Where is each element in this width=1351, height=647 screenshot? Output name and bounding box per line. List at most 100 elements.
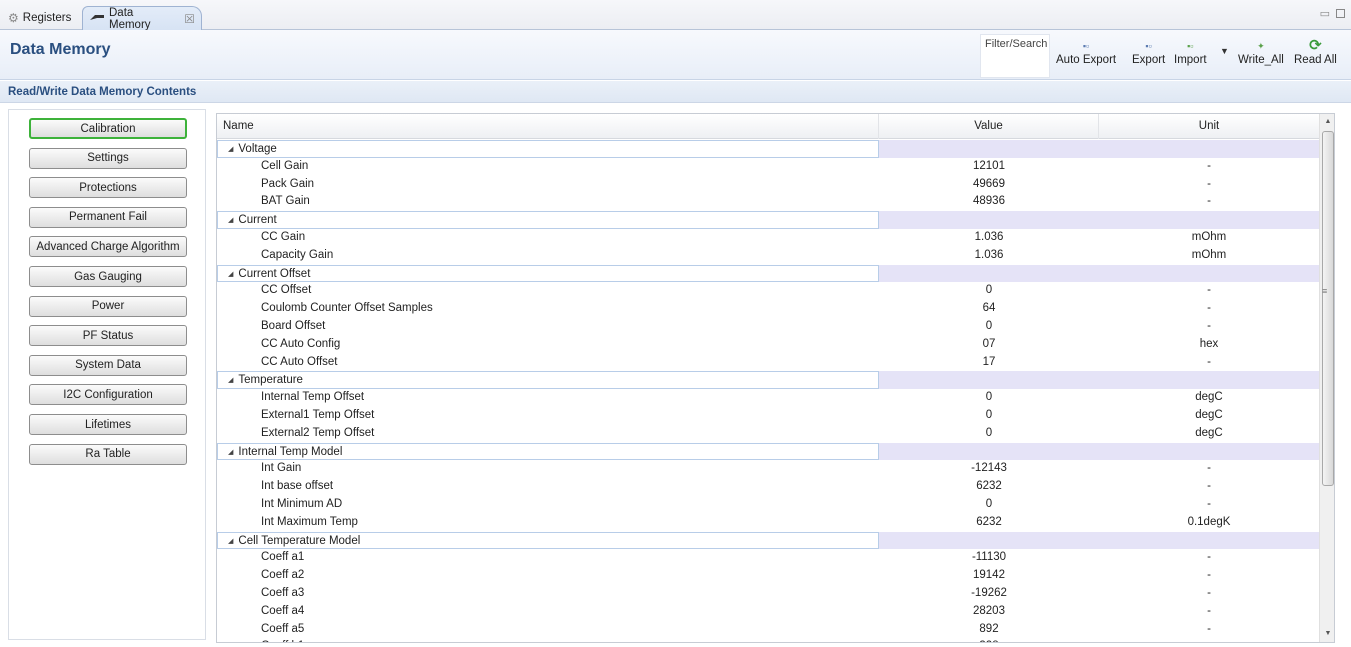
table-row[interactable]: External1 Temp Offset 0 degC: [217, 407, 1319, 425]
cell-value[interactable]: 17: [879, 354, 1099, 372]
cell-name: ◢ Temperature: [217, 371, 879, 390]
table-row[interactable]: Coeff b1 328: [217, 638, 1319, 642]
cell-unit: [1099, 443, 1319, 461]
category-button-permanent-fail[interactable]: Permanent Fail: [29, 206, 187, 228]
cell-unit: -: [1207, 177, 1211, 190]
vertical-scrollbar[interactable]: ▲ ≡ ▼: [1319, 114, 1334, 642]
maximize-icon[interactable]: [1336, 9, 1345, 18]
expand-triangle-icon[interactable]: ◢: [228, 266, 233, 284]
cell-value[interactable]: 328: [879, 638, 1099, 642]
category-button-system-data[interactable]: System Data: [29, 354, 187, 376]
table-row[interactable]: Board Offset 0 -: [217, 318, 1319, 336]
close-icon[interactable]: ☒: [184, 12, 195, 26]
memory-chip-icon: [89, 13, 105, 25]
cell-value[interactable]: 64: [879, 300, 1099, 318]
tab-registers[interactable]: ⚙ Registers: [2, 6, 82, 30]
table-group-row[interactable]: ◢ Temperature: [217, 371, 1319, 390]
cell-value[interactable]: 6232: [879, 478, 1099, 496]
minimize-icon[interactable]: ▭: [1320, 7, 1330, 20]
cell-unit: -: [1207, 497, 1211, 510]
table-row[interactable]: Internal Temp Offset 0 degC: [217, 389, 1319, 407]
expand-triangle-icon[interactable]: ◢: [228, 141, 233, 159]
expand-triangle-icon[interactable]: ◢: [228, 533, 233, 551]
table-row[interactable]: Coeff a2 19142 -: [217, 567, 1319, 585]
import-button[interactable]: ▪▫ Import: [1174, 38, 1207, 66]
expand-triangle-icon[interactable]: ◢: [228, 212, 233, 230]
expand-triangle-icon[interactable]: ◢: [228, 372, 233, 390]
cell-value[interactable]: 892: [879, 621, 1099, 639]
table-row[interactable]: BAT Gain 48936 -: [217, 193, 1319, 211]
table-row[interactable]: Coeff a3 -19262 -: [217, 585, 1319, 603]
table-row[interactable]: CC Auto Offset 17 -: [217, 354, 1319, 372]
table-row[interactable]: Cell Gain 12101 -: [217, 158, 1319, 176]
export-button[interactable]: ▪▫ Export: [1132, 38, 1165, 66]
category-button-advanced-charge-algorithm[interactable]: Advanced Charge Algorithm: [29, 236, 187, 258]
write-all-button[interactable]: ✦ Write_All: [1238, 38, 1284, 66]
table-row[interactable]: Int Gain -12143 -: [217, 460, 1319, 478]
table-row[interactable]: Coeff a1 -11130 -: [217, 549, 1319, 567]
cell-name: Coeff b1: [217, 638, 879, 642]
tab-data-memory[interactable]: Data Memory ☒: [82, 6, 202, 31]
cell-value[interactable]: 28203: [879, 603, 1099, 621]
category-button-gas-gauging[interactable]: Gas Gauging: [29, 266, 187, 287]
cell-name: Coeff a1: [217, 549, 879, 567]
table-row[interactable]: External2 Temp Offset 0 degC: [217, 425, 1319, 443]
table-row[interactable]: Int Minimum AD 0 -: [217, 496, 1319, 514]
column-header-name[interactable]: Name: [217, 114, 879, 139]
category-button-calibration[interactable]: Calibration: [29, 118, 187, 139]
table-row[interactable]: CC Gain 1.036 mOhm: [217, 229, 1319, 247]
gear-icon: ⚙: [8, 11, 19, 25]
table-row[interactable]: Int Maximum Temp 6232 0.1degK: [217, 514, 1319, 532]
cell-value[interactable]: 12101: [879, 158, 1099, 176]
auto-export-button[interactable]: ▪▫ Auto Export: [1056, 38, 1116, 66]
read-all-button[interactable]: ⟳ Read All: [1294, 38, 1337, 67]
scroll-up-icon[interactable]: ▲: [1320, 114, 1334, 130]
category-button-ra-table[interactable]: Ra Table: [29, 443, 187, 465]
column-header-value[interactable]: Value: [879, 114, 1099, 139]
cell-value[interactable]: -11130: [879, 549, 1099, 567]
cell-value[interactable]: 07: [879, 336, 1099, 354]
cell-value[interactable]: 1.036: [879, 247, 1099, 265]
cell-value[interactable]: -19262: [879, 585, 1099, 603]
cell-value[interactable]: 19142: [879, 567, 1099, 585]
table-group-row[interactable]: ◢ Current: [217, 211, 1319, 229]
cell-name-text: Coulomb Counter Offset Samples: [261, 302, 433, 315]
category-button-protections[interactable]: Protections: [29, 177, 187, 199]
category-button-pf-status[interactable]: PF Status: [29, 325, 187, 347]
cell-value[interactable]: 0: [879, 496, 1099, 514]
cell-value[interactable]: 6232: [879, 514, 1099, 532]
table-group-row[interactable]: ◢ Cell Temperature Model: [217, 531, 1319, 551]
table-group-row[interactable]: ◢ Internal Temp Model: [217, 442, 1319, 462]
category-button-i2c-configuration[interactable]: I2C Configuration: [29, 384, 187, 406]
category-button-lifetimes[interactable]: Lifetimes: [29, 414, 187, 435]
cell-value[interactable]: 0: [879, 389, 1099, 407]
cell-value[interactable]: 0: [879, 282, 1099, 300]
filter-search-field[interactable]: Filter/Search: [980, 34, 1050, 78]
cell-value[interactable]: 0: [879, 318, 1099, 336]
column-header-unit[interactable]: Unit: [1099, 114, 1319, 139]
cell-unit: -: [1207, 462, 1211, 475]
cell-value[interactable]: 0: [879, 407, 1099, 425]
cell-value[interactable]: 49669: [879, 176, 1099, 194]
cell-value[interactable]: 48936: [879, 193, 1099, 211]
table-row[interactable]: Pack Gain 49669 -: [217, 176, 1319, 194]
chevron-down-icon[interactable]: ▼: [1220, 46, 1229, 56]
cell-value[interactable]: 1.036: [879, 229, 1099, 247]
table-row[interactable]: Coeff a5 892 -: [217, 621, 1319, 639]
table-group-row[interactable]: ◢ Current Offset: [217, 264, 1319, 284]
table-row[interactable]: Coulomb Counter Offset Samples 64 -: [217, 300, 1319, 318]
table-row[interactable]: Capacity Gain 1.036 mOhm: [217, 247, 1319, 265]
cell-value[interactable]: -12143: [879, 460, 1099, 478]
scrollbar-thumb[interactable]: [1322, 131, 1334, 486]
cell-value[interactable]: 0: [879, 425, 1099, 443]
table-row[interactable]: Coeff a4 28203 -: [217, 603, 1319, 621]
table-row[interactable]: CC Auto Config 07 hex: [217, 336, 1319, 354]
table-row[interactable]: Int base offset 6232 -: [217, 478, 1319, 496]
category-button-power[interactable]: Power: [29, 295, 187, 317]
expand-triangle-icon[interactable]: ◢: [228, 444, 233, 462]
scroll-down-icon[interactable]: ▼: [1320, 626, 1334, 642]
cell-name-text: Current: [238, 214, 277, 227]
table-row[interactable]: CC Offset 0 -: [217, 282, 1319, 300]
category-button-settings[interactable]: Settings: [29, 147, 187, 169]
table-group-row[interactable]: ◢ Voltage: [217, 140, 1319, 158]
